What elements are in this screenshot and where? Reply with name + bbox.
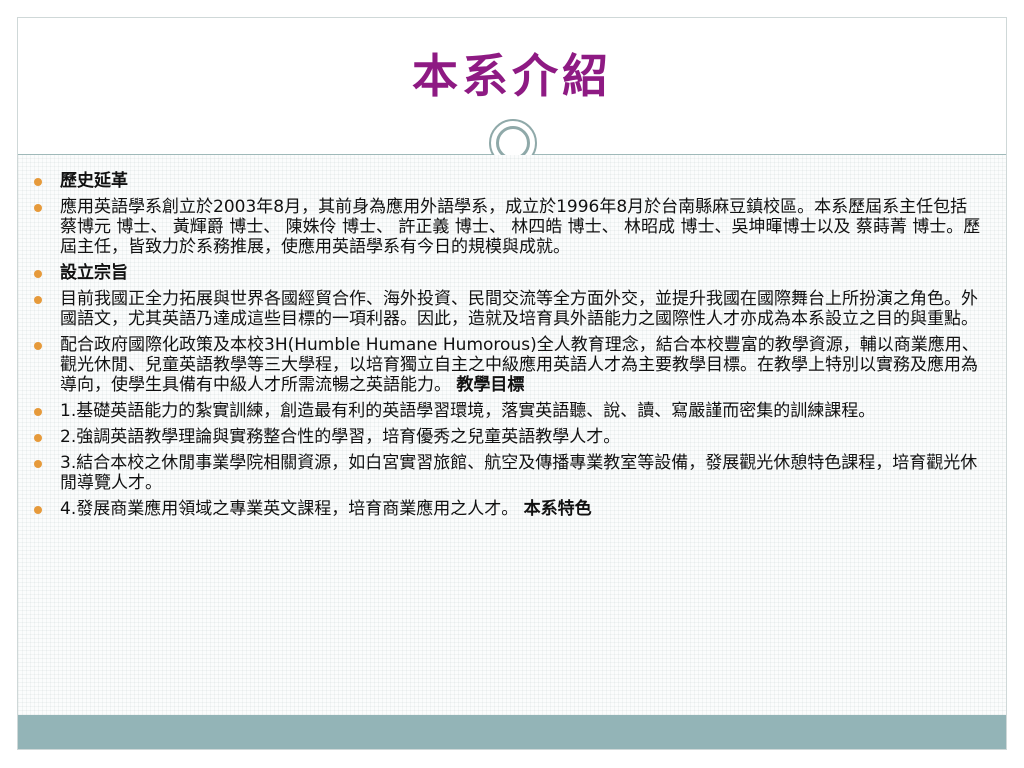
bullet-list: 歷史延革 應用英語學系創立於2003年8月，其前身為應用外語學系，成立於1996… xyxy=(33,171,983,525)
inline-heading: 教學目標 xyxy=(456,375,525,395)
slide-title: 本系介紹 xyxy=(412,49,612,103)
bullet-dot-icon xyxy=(34,434,42,442)
section-heading: 設立宗旨 xyxy=(60,263,128,283)
bullet-dot-icon xyxy=(34,296,42,304)
bullet-dot-icon xyxy=(34,506,42,514)
section-heading: 歷史延革 xyxy=(60,171,128,191)
bullet-text: 2.強調英語教學理論與實務整合性的學習，培育優秀之兒童英語教學人才。 xyxy=(60,427,621,447)
bullet-item: 應用英語學系創立於2003年8月，其前身為應用外語學系，成立於1996年8月於台… xyxy=(33,197,983,257)
bullet-item: 4.發展商業應用領域之專業英文課程，培育商業應用之人才。 本系特色 xyxy=(33,499,983,519)
bullet-text: 1.基礎英語能力的紮實訓練，創造最有利的英語學習環境，落實英語聽、說、讀、寫嚴謹… xyxy=(60,401,876,421)
footer-band xyxy=(18,715,1006,749)
bullet-dot-icon xyxy=(34,178,42,186)
bullet-dot-icon xyxy=(34,270,42,278)
bullet-dot-icon xyxy=(34,460,42,468)
bullet-text: 4.發展商業應用領域之專業英文課程，培育商業應用之人才。 xyxy=(60,499,519,519)
bullet-item: 歷史延革 xyxy=(33,171,983,191)
bullet-dot-icon xyxy=(34,342,42,350)
bullet-item: 3.結合本校之休閒事業學院相關資源，如白宮實習旅館、航空及傳播專業教室等設備，發… xyxy=(33,453,983,493)
bullet-text: 3.結合本校之休閒事業學院相關資源，如白宮實習旅館、航空及傳播專業教室等設備，發… xyxy=(60,453,978,493)
bullet-item: 設立宗旨 xyxy=(33,263,983,283)
bullet-item: 1.基礎英語能力的紮實訓練，創造最有利的英語學習環境，落實英語聽、說、讀、寫嚴謹… xyxy=(33,401,983,421)
bullet-dot-icon xyxy=(34,408,42,416)
bullet-text: 應用英語學系創立於2003年8月，其前身為應用外語學系，成立於1996年8月於台… xyxy=(60,197,981,257)
bullet-item: 目前我國正全力拓展與世界各國經貿合作、海外投資、民間交流等全方面外交，並提升我國… xyxy=(33,289,983,329)
inline-heading: 本系特色 xyxy=(523,499,592,519)
bullet-text: 目前我國正全力拓展與世界各國經貿合作、海外投資、民間交流等全方面外交，並提升我國… xyxy=(60,289,978,329)
bullet-item: 2.強調英語教學理論與實務整合性的學習，培育優秀之兒童英語教學人才。 xyxy=(33,427,983,447)
bullet-item: 配合政府國際化政策及本校3H(Humble Humane Humorous)全人… xyxy=(33,335,983,395)
bullet-dot-icon xyxy=(34,204,42,212)
